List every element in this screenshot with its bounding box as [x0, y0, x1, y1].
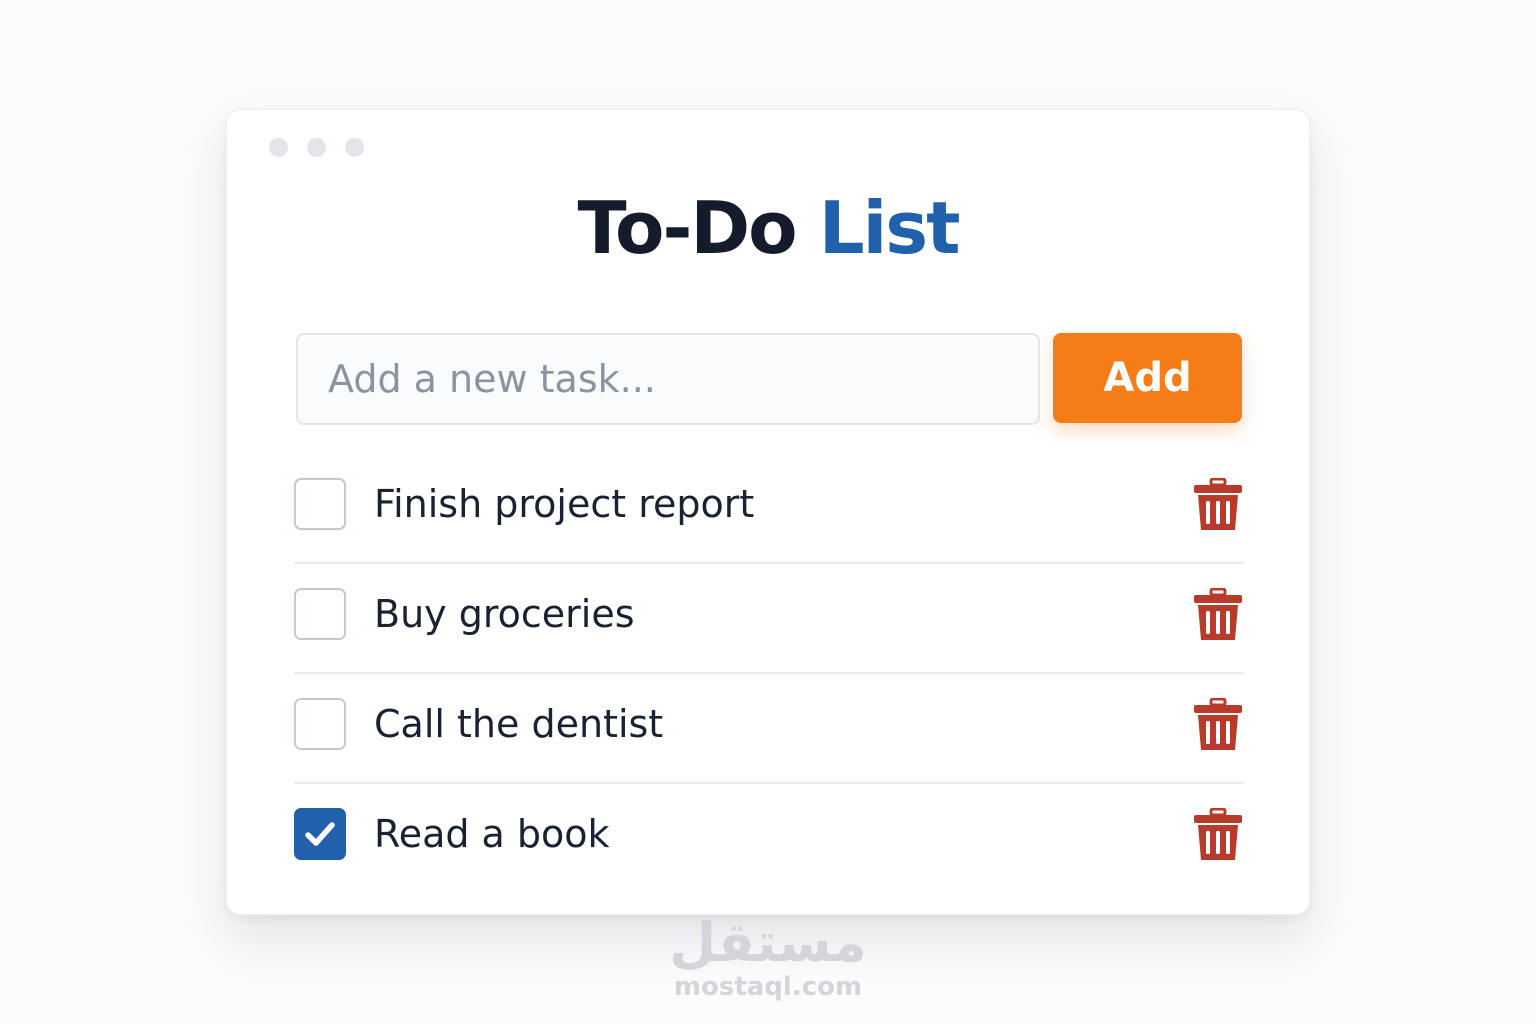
checkmark-icon — [305, 822, 335, 846]
task-checkbox[interactable] — [294, 808, 346, 860]
watermark-domain: mostaql.com — [673, 972, 863, 1002]
todo-window: To-Do List Add Finish project report Buy… — [226, 109, 1310, 915]
watermark: مستقل mostaql.com — [618, 911, 918, 1003]
title-part-todo: To-Do — [577, 186, 797, 270]
window-dot-maximize[interactable] — [345, 138, 364, 157]
delete-task-button[interactable] — [1192, 808, 1244, 862]
task-checkbox[interactable] — [294, 588, 346, 640]
task-item: Buy groceries — [294, 564, 1244, 674]
window-controls — [269, 138, 364, 157]
title-part-list: List — [818, 186, 961, 270]
delete-task-button[interactable] — [1192, 588, 1244, 642]
window-dot-minimize[interactable] — [307, 138, 326, 157]
delete-task-button[interactable] — [1192, 478, 1244, 532]
page: To-Do List Add Finish project report Buy… — [0, 0, 1536, 1024]
task-checkbox[interactable] — [294, 698, 346, 750]
task-label: Call the dentist — [374, 702, 664, 746]
task-label: Buy groceries — [374, 592, 635, 636]
task-label: Read a book — [374, 812, 610, 856]
add-task-button[interactable]: Add — [1053, 333, 1242, 423]
trash-icon — [1194, 588, 1242, 640]
window-dot-close[interactable] — [269, 138, 288, 157]
task-item: Call the dentist — [294, 674, 1244, 784]
trash-icon — [1194, 808, 1242, 860]
watermark-logo: مستقل — [669, 911, 867, 974]
task-item: Read a book — [294, 784, 1244, 894]
task-item: Finish project report — [294, 454, 1244, 564]
trash-icon — [1194, 478, 1242, 530]
page-title: To-Do List — [227, 192, 1309, 264]
task-list: Finish project report Buy groceries Call… — [294, 454, 1244, 894]
new-task-input[interactable] — [296, 333, 1040, 425]
trash-icon — [1194, 698, 1242, 750]
delete-task-button[interactable] — [1192, 698, 1244, 752]
task-label: Finish project report — [374, 482, 755, 526]
task-checkbox[interactable] — [294, 478, 346, 530]
